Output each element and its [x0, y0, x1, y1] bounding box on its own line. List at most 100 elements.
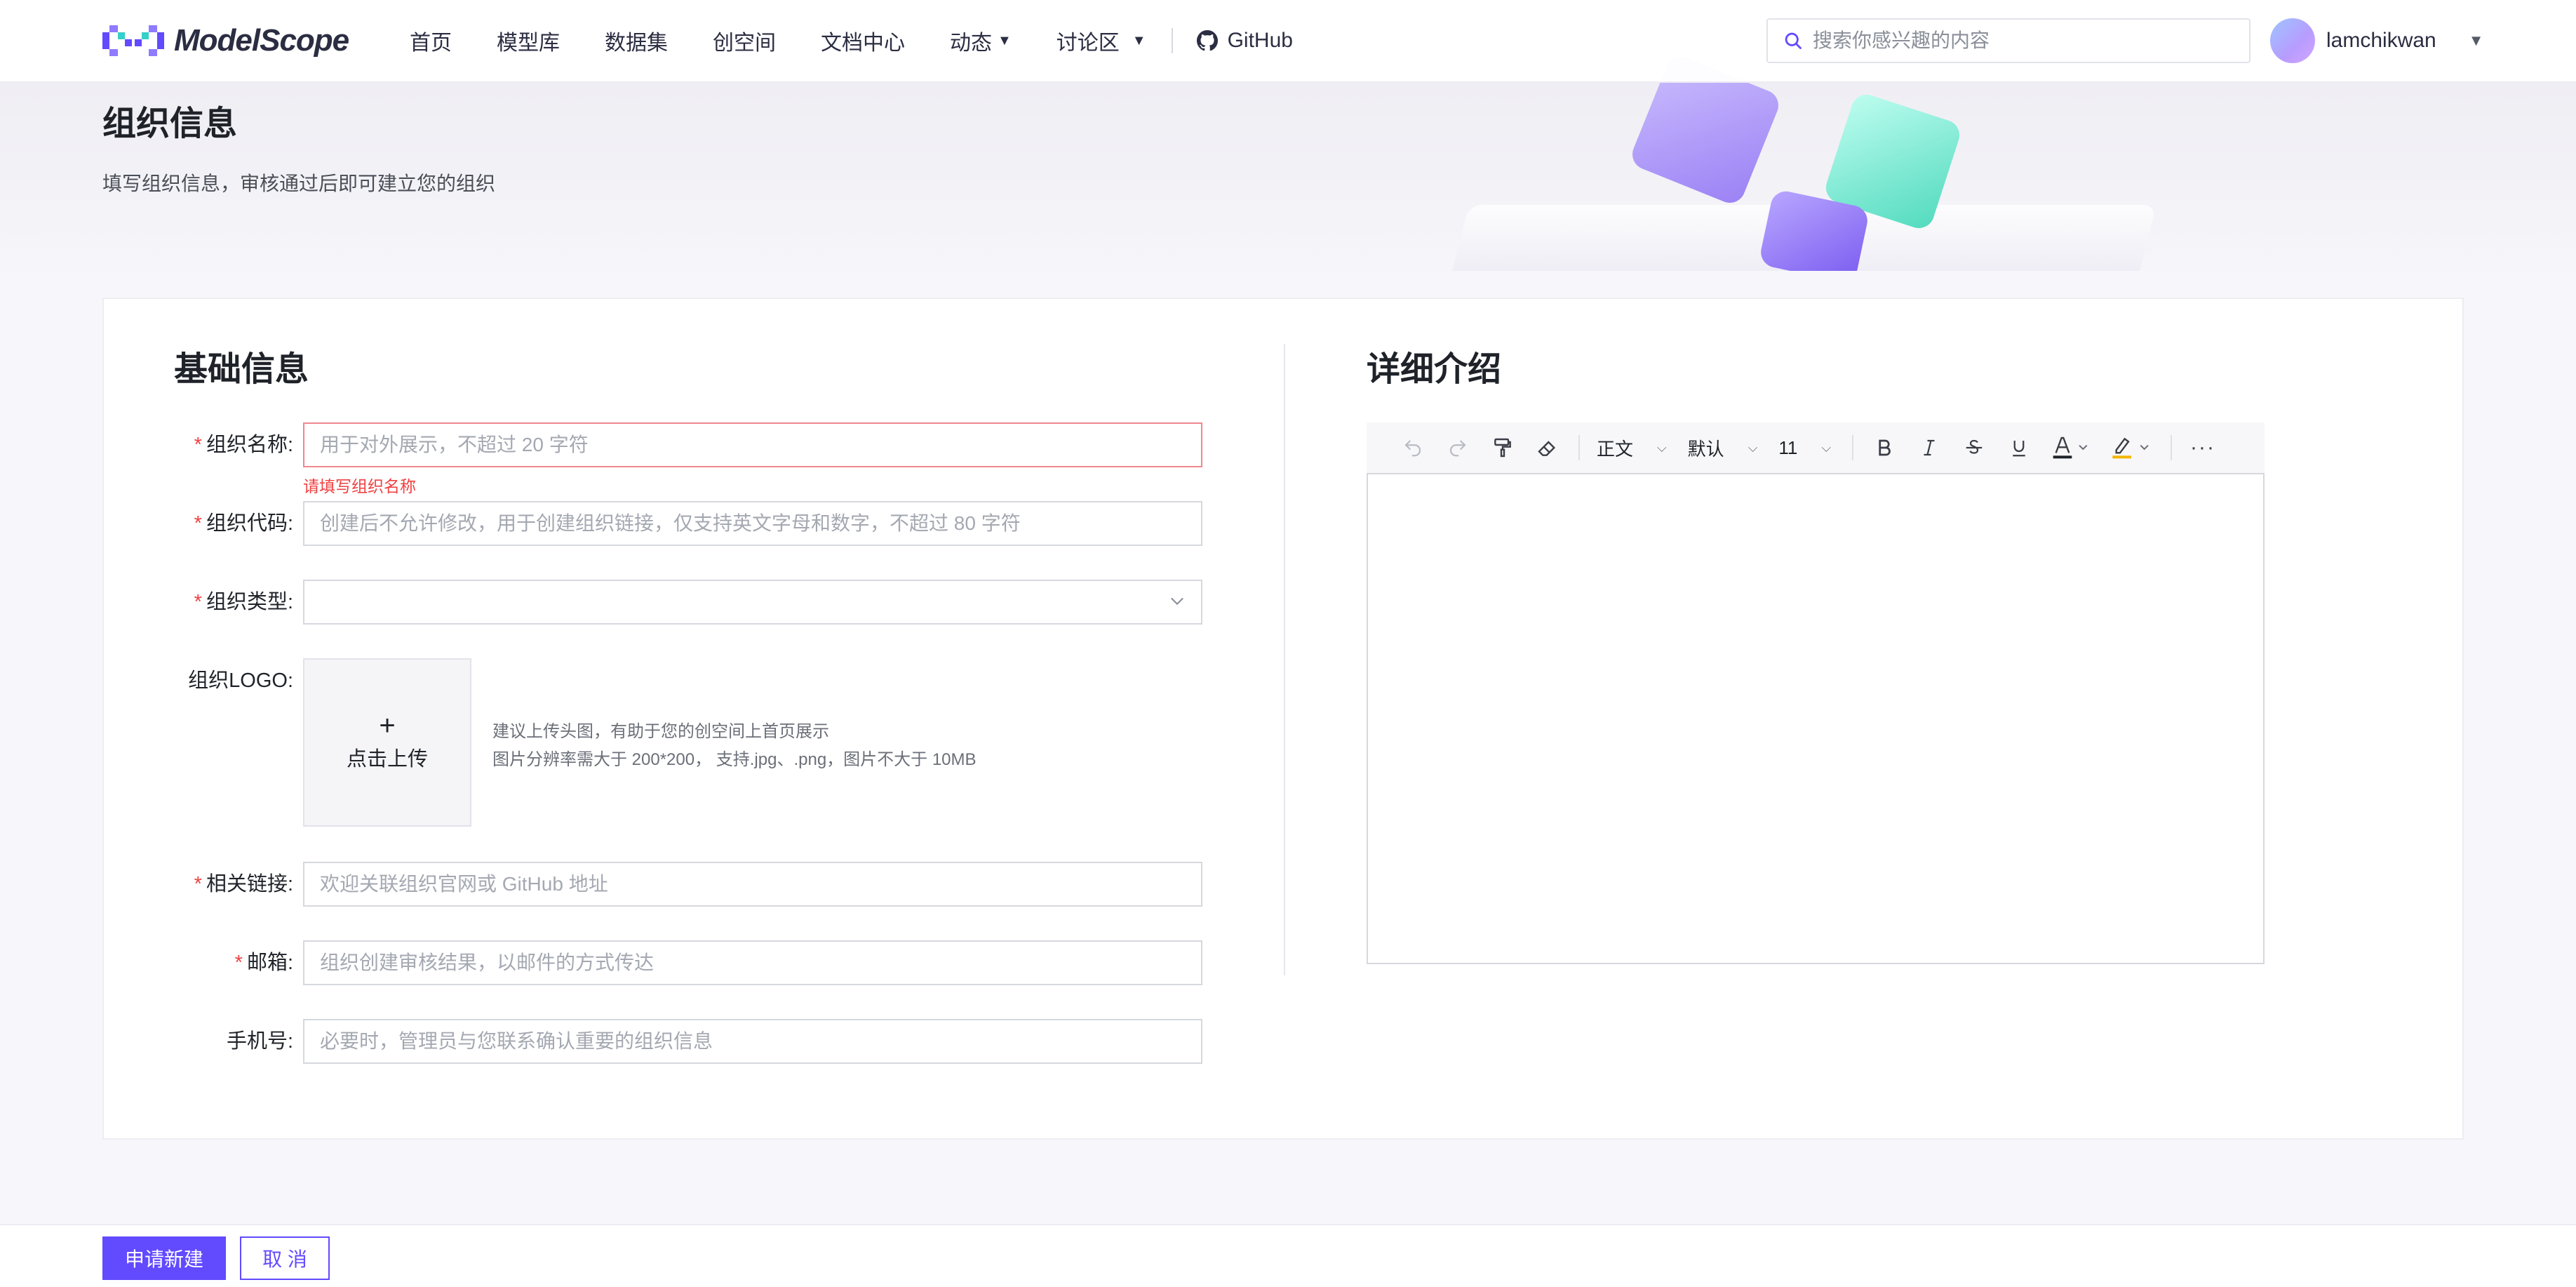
form-row-code: * 组织代码: [104, 501, 1226, 546]
org-link-input[interactable] [304, 863, 1201, 905]
required-mark: * [194, 873, 202, 895]
toolbar-divider [2171, 435, 2172, 460]
org-link-field[interactable] [303, 862, 1202, 907]
italic-icon[interactable] [1915, 434, 1943, 462]
org-name-input[interactable] [304, 424, 1201, 466]
email-field[interactable] [303, 940, 1202, 985]
phone-input[interactable] [304, 1020, 1201, 1062]
rich-text-editor: 正文 ⌵ 默认 ⌵ 11 ⌵ ··· [1367, 422, 2265, 964]
font-family-select[interactable]: 默认 ⌵ [1688, 435, 1758, 461]
nav-studios[interactable]: 创空间 [713, 25, 776, 56]
label-text: 邮箱: [246, 952, 293, 974]
form-row-logo: 组织LOGO: + 点击上传 建议上传头图，有助于您的创空间上首页展示 图片分辨… [104, 658, 1226, 827]
nav-label: 创空间 [713, 32, 776, 55]
required-mark: * [234, 952, 243, 974]
cancel-button[interactable]: 取 消 [240, 1236, 330, 1280]
email-input[interactable] [304, 942, 1201, 984]
org-name-label: * 组织名称: [194, 422, 293, 467]
paragraph-style-select[interactable]: 正文 ⌵ [1597, 435, 1667, 461]
username[interactable]: lamchikwan [2326, 29, 2436, 53]
phone-label: 手机号: [226, 1030, 293, 1053]
top-navbar: ModelScope 首页 模型库 数据集 创空间 文档中心 动态 ▼ 讨论区 ▼ … [0, 0, 2576, 83]
submit-button[interactable]: 申请新建 [102, 1236, 226, 1280]
paragraph-style-value: 正文 [1597, 438, 1634, 460]
toolbar-divider [1578, 435, 1580, 460]
org-form-card: 基础信息 *组织名称: 请填写组织名称 *组织代码: *组织类型: 组织LOGO… [102, 298, 2464, 1140]
nav-label: 讨论区 [1056, 32, 1120, 55]
upload-label: 点击上传 [346, 748, 428, 771]
caret-down-icon[interactable]: ▼ [2469, 32, 2484, 50]
search-box[interactable] [1766, 18, 2250, 63]
section-divider [1284, 344, 1285, 975]
modelscope-logo-icon [102, 25, 164, 56]
org-code-input[interactable] [304, 502, 1201, 545]
format-painter-icon[interactable] [1489, 434, 1517, 462]
logo-hint-line1: 建议上传头图，有助于您的创空间上首页展示 [492, 722, 829, 741]
user-menu[interactable]: lamchikwan ▼ [2270, 17, 2484, 65]
nav-home[interactable]: 首页 [410, 25, 452, 56]
toolbar-divider [1852, 435, 1853, 460]
redo-icon[interactable] [1444, 434, 1472, 462]
bold-icon[interactable] [1870, 434, 1898, 462]
nav-discussion[interactable]: 讨论区 ▼ [1056, 25, 1146, 56]
github-label: GitHub [1227, 29, 1293, 52]
caret-down-icon: ▼ [1132, 32, 1146, 48]
plus-icon: + [379, 710, 396, 741]
undo-icon[interactable] [1399, 434, 1427, 462]
action-bar: 申请新建 取 消 [0, 1224, 2576, 1287]
brand-name: ModelScope [174, 23, 349, 58]
search-icon [1785, 32, 1802, 49]
org-logo-label: 组织LOGO: [188, 669, 293, 692]
org-code-label: * 组织代码: [194, 501, 293, 546]
form-row-type: * 组织类型: [104, 580, 1226, 625]
page-subtitle: 填写组织信息，审核通过后即可建立您的组织 [102, 173, 496, 194]
font-size-select[interactable]: 11 ⌵ [1778, 437, 1831, 459]
org-name-field[interactable] [303, 422, 1202, 467]
label-text: 组织类型: [206, 591, 293, 613]
nav-label: 文档中心 [821, 32, 905, 55]
brand-logo[interactable]: ModelScope [102, 21, 349, 60]
form-row-phone: 手机号: [104, 1019, 1226, 1064]
font-color-icon[interactable] [2050, 434, 2092, 462]
required-mark: * [194, 434, 202, 456]
org-code-field[interactable] [303, 501, 1202, 546]
form-row-email: * 邮箱: [104, 940, 1226, 985]
detail-title: 详细介绍 [1367, 351, 1502, 388]
nav-label: 动态 [950, 32, 992, 55]
strikethrough-icon[interactable] [1960, 434, 1988, 462]
chevron-down-icon [1171, 597, 1183, 606]
logo-upload-button[interactable]: + 点击上传 [303, 658, 471, 827]
editor-toolbar: 正文 ⌵ 默认 ⌵ 11 ⌵ ··· [1367, 422, 2265, 473]
avatar[interactable] [2270, 18, 2315, 63]
more-options-icon[interactable]: ··· [2189, 434, 2217, 462]
search-input[interactable] [1813, 29, 2234, 52]
page-title: 组织信息 [102, 105, 238, 142]
org-type-select[interactable] [303, 580, 1202, 625]
label-text: 组织名称: [206, 434, 293, 456]
editor-content-area[interactable] [1367, 473, 2265, 964]
nav-docs[interactable]: 文档中心 [821, 25, 905, 56]
form-row-name: *组织名称: 请填写组织名称 [104, 422, 1226, 495]
nav-activity[interactable]: 动态 ▼ [950, 25, 1012, 56]
github-icon [1196, 30, 1218, 51]
highlight-color-icon[interactable] [2109, 434, 2154, 462]
caret-down-icon: ▼ [998, 32, 1012, 48]
nav-github[interactable]: GitHub [1196, 29, 1293, 53]
chevron-down-icon: ⌵ [1657, 440, 1667, 455]
underline-icon[interactable] [2005, 434, 2033, 462]
nav-datasets[interactable]: 数据集 [605, 25, 668, 56]
nav-divider [1171, 28, 1173, 53]
logo-hint-line2: 图片分辨率需大于 200*200， 支持.jpg、.png，图片不大于 10MB [492, 750, 977, 769]
eraser-icon[interactable] [1534, 434, 1562, 462]
basic-info-title: 基础信息 [174, 351, 309, 388]
nav-label: 模型库 [497, 32, 560, 55]
org-name-error: 请填写组织名称 [303, 477, 416, 495]
phone-field[interactable] [303, 1019, 1202, 1064]
main-nav: 首页 模型库 数据集 创空间 文档中心 动态 ▼ 讨论区 ▼ GitHub [410, 0, 1293, 81]
nav-label: 首页 [410, 32, 452, 55]
nav-models[interactable]: 模型库 [497, 25, 560, 56]
form-row-link: * 相关链接: [104, 862, 1226, 907]
font-family-value: 默认 [1687, 438, 1724, 460]
nav-label: 数据集 [605, 32, 668, 55]
font-size-value: 11 [1778, 436, 1798, 458]
